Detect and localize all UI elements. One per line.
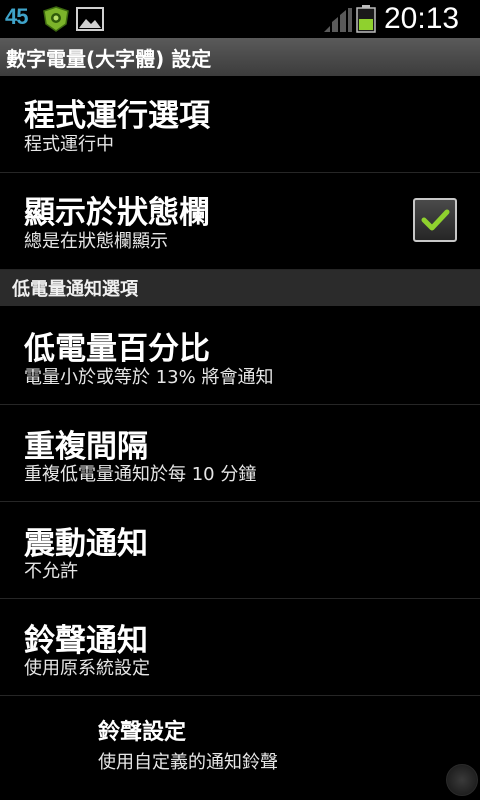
pref-summary: 重複低電量通知於每 10 分鐘 — [24, 464, 257, 485]
pref-title: 低電量百分比 — [24, 331, 210, 367]
pref-low-battery-percent[interactable]: 低電量百分比 電量小於或等於 13% 將會通知 — [0, 307, 480, 405]
sub-pref-summary: 使用自定義的通知鈴聲 — [98, 752, 278, 773]
pref-summary: 電量小於或等於 13% 將會通知 — [24, 367, 274, 388]
status-bar: 45 20:13 — [0, 0, 480, 38]
title-bar: 數字電量(大字體) 設定 — [0, 38, 480, 76]
clock: 20:13 — [384, 2, 460, 35]
page-title: 數字電量(大字體) 設定 — [6, 46, 212, 71]
pref-title: 程式運行選項 — [24, 98, 210, 134]
battery-percent-icon: 45 — [5, 4, 29, 29]
pref-ringtone-notification[interactable]: 鈴聲通知 使用原系統設定 — [0, 599, 480, 696]
scroll-indicator — [446, 764, 478, 796]
battery-icon — [356, 5, 376, 33]
pref-ringtone-settings[interactable]: 鈴聲設定 使用自定義的通知鈴聲 — [0, 696, 480, 800]
pref-show-in-statusbar[interactable]: 顯示於狀態欄 總是在狀態欄顯示 — [0, 173, 480, 270]
pref-summary: 使用原系統設定 — [24, 658, 150, 679]
pref-vibrate-notification[interactable]: 震動通知 不允許 — [0, 502, 480, 599]
shield-app-icon — [43, 6, 69, 32]
sub-pref-title: 鈴聲設定 — [98, 720, 187, 745]
statusbar-checkbox[interactable] — [413, 198, 457, 242]
signal-bars-icon — [324, 8, 352, 32]
pref-summary: 程式運行中 — [24, 134, 114, 155]
pref-summary: 不允許 — [24, 561, 78, 582]
pref-summary: 總是在狀態欄顯示 — [24, 231, 168, 252]
category-low-battery: 低電量通知選項 — [0, 270, 480, 306]
category-label: 低電量通知選項 — [12, 279, 138, 300]
pref-repeat-interval[interactable]: 重複間隔 重複低電量通知於每 10 分鐘 — [0, 405, 480, 502]
pref-title: 顯示於狀態欄 — [24, 195, 210, 231]
picture-icon — [76, 7, 104, 31]
pref-run-options[interactable]: 程式運行選項 程式運行中 — [0, 76, 480, 173]
checkmark-icon — [421, 209, 450, 231]
